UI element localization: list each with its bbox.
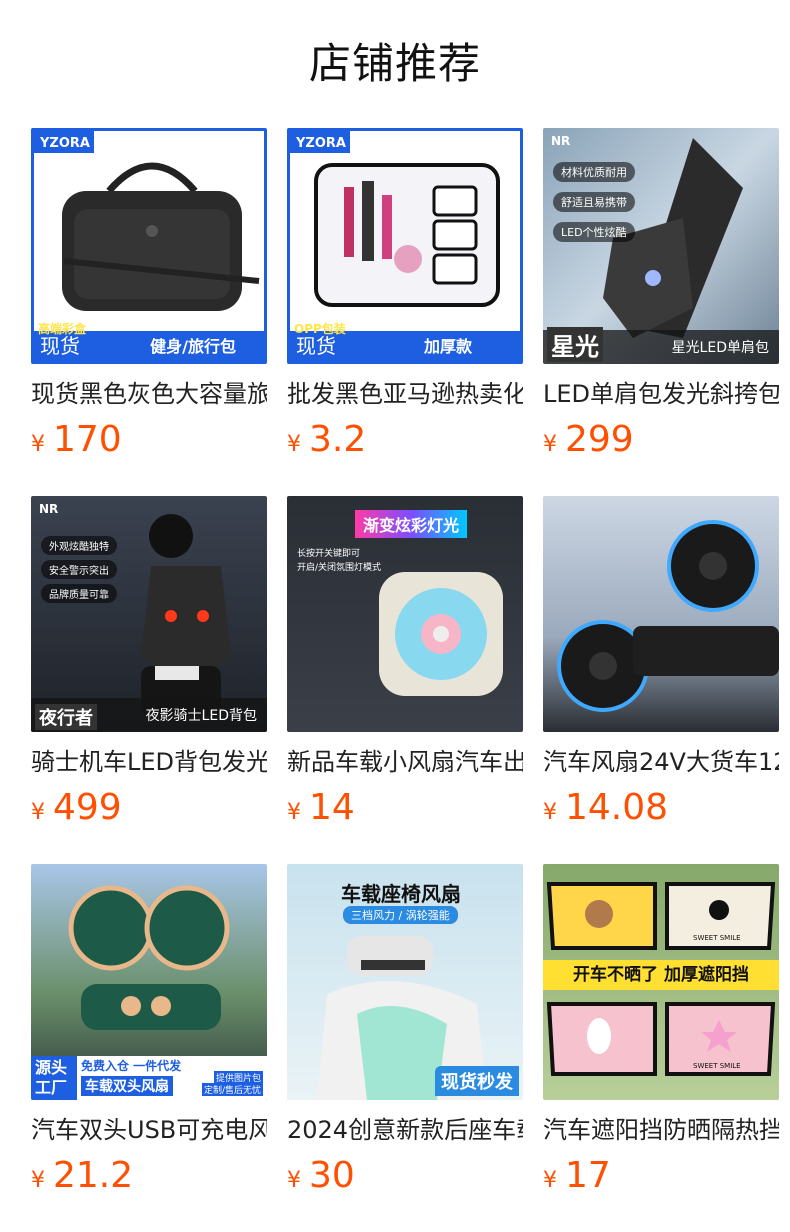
feature-pill: 安全警示突出 bbox=[41, 560, 117, 579]
product-price: ¥30 bbox=[287, 1154, 523, 1204]
badge-tag: 定制/售后无忧 bbox=[201, 1083, 263, 1096]
seat-fan-icon bbox=[317, 936, 487, 1100]
product-image[interactable]: 源头 工厂 免费入仓 一件代发 车载双头风扇 提供图片包 定制/售后无忧 bbox=[31, 864, 267, 1100]
price-value: 17 bbox=[565, 1155, 611, 1196]
fan-icon bbox=[379, 572, 503, 696]
currency-symbol: ¥ bbox=[543, 1168, 557, 1193]
badge-big-label: 夜行者 bbox=[35, 704, 97, 730]
corner-badge: 现货秒发 bbox=[435, 1066, 519, 1096]
product-price: ¥170 bbox=[31, 418, 267, 468]
currency-symbol: ¥ bbox=[31, 800, 45, 825]
product-card[interactable]: 车载座椅风扇 三档风力 / 涡轮强能 现货秒发 2024创意新款后座车载风扇 ¥… bbox=[287, 864, 523, 1204]
product-title[interactable]: LED单肩包发光斜挎包 bbox=[543, 378, 779, 410]
product-image[interactable] bbox=[543, 496, 779, 732]
feature-pill: 外观炫酷独特 bbox=[41, 536, 117, 555]
feature-pill: 材料优质耐用 bbox=[553, 162, 635, 182]
badge-tag: 车载双头风扇 bbox=[81, 1076, 173, 1096]
product-card[interactable]: YZORA 高端彩盒 现货 健身/旅行包 现货黑色灰色大容量旅行包 ¥170 bbox=[31, 128, 267, 468]
price-value: 170 bbox=[53, 419, 122, 460]
price-value: 14 bbox=[309, 787, 355, 828]
product-card[interactable]: 源头 工厂 免费入仓 一件代发 车载双头风扇 提供图片包 定制/售后无忧 汽车双… bbox=[31, 864, 267, 1204]
product-price: ¥3.2 bbox=[287, 418, 523, 468]
product-image[interactable]: 渐变炫彩灯光 长按开关键即可 开启/关闭氛围灯模式 bbox=[287, 496, 523, 732]
product-card[interactable]: 汽车风扇24V大货车12V ¥14.08 bbox=[543, 496, 779, 836]
currency-symbol: ¥ bbox=[31, 1168, 45, 1193]
product-card[interactable]: 渐变炫彩灯光 长按开关键即可 开启/关闭氛围灯模式 新品车载小风扇汽车出风口 ¥… bbox=[287, 496, 523, 836]
product-image[interactable]: NR 材料优质耐用 舒适且易携带 LED个性炫酷 星光 星光LED单肩包 bbox=[543, 128, 779, 364]
product-title[interactable]: 现货黑色灰色大容量旅行包 bbox=[31, 378, 267, 410]
dual-fan-icon bbox=[557, 520, 779, 712]
product-title[interactable]: 汽车风扇24V大货车12V bbox=[543, 746, 779, 778]
shade-label: SWEET SMILE bbox=[693, 1062, 741, 1070]
page-title: 店铺推荐 bbox=[308, 39, 481, 88]
price-value: 30 bbox=[309, 1155, 355, 1196]
badge-left-label: 现货 bbox=[40, 334, 80, 358]
product-card[interactable]: SWEET SMILE SWEET SMILE 开车不晒了 加厚遮阳挡 汽车遮阳… bbox=[543, 864, 779, 1204]
shade-label: SWEET SMILE bbox=[693, 934, 741, 942]
product-price: ¥21.2 bbox=[31, 1154, 267, 1204]
currency-symbol: ¥ bbox=[287, 1168, 301, 1193]
currency-symbol: ¥ bbox=[543, 432, 557, 457]
price-value: 14.08 bbox=[565, 787, 669, 828]
price-value: 3.2 bbox=[309, 419, 367, 460]
product-image[interactable]: SWEET SMILE SWEET SMILE 开车不晒了 加厚遮阳挡 bbox=[543, 864, 779, 1100]
feature-pill: LED个性炫酷 bbox=[553, 222, 635, 242]
promo-banner: 开车不晒了 加厚遮阳挡 bbox=[543, 960, 779, 990]
currency-symbol: ¥ bbox=[287, 432, 301, 457]
brand-logo: NR bbox=[551, 134, 571, 148]
badge-left-label: 现货 bbox=[296, 334, 336, 358]
price-value: 21.2 bbox=[53, 1155, 134, 1196]
product-price: ¥14 bbox=[287, 786, 523, 836]
product-title[interactable]: 2024创意新款后座车载风扇 bbox=[287, 1114, 523, 1146]
feature-pill: 舒适且易携带 bbox=[553, 192, 635, 212]
product-card[interactable]: NR 外观炫酷独特 安全警示突出 品牌质量可靠 夜行者 夜影骑士LED背包 骑士… bbox=[31, 496, 267, 836]
product-card[interactable]: NR 材料优质耐用 舒适且易携带 LED个性炫酷 星光 星光LED单肩包 LED… bbox=[543, 128, 779, 468]
currency-symbol: ¥ bbox=[543, 800, 557, 825]
rider-backpack-icon bbox=[141, 514, 231, 716]
product-image[interactable]: YZORA OPP包装 现货 加厚款 bbox=[287, 128, 523, 364]
badge-line: 工厂 bbox=[35, 1078, 68, 1097]
product-title[interactable]: 新品车载小风扇汽车出风口 bbox=[287, 746, 523, 778]
product-title[interactable]: 汽车遮阳挡防晒隔热挡 bbox=[543, 1114, 779, 1146]
feature-pill: 品牌质量可靠 bbox=[41, 584, 117, 603]
product-title[interactable]: 汽车双头USB可充电风扇 bbox=[31, 1114, 267, 1146]
badge-tag: 免费入仓 一件代发 bbox=[81, 1059, 182, 1073]
badge-right-label: 健身/旅行包 bbox=[150, 337, 236, 356]
badge-right-label: 星光LED单肩包 bbox=[671, 340, 769, 356]
badge-right-label: 加厚款 bbox=[423, 337, 472, 356]
badge-right-label: 夜影骑士LED背包 bbox=[145, 708, 257, 724]
product-title[interactable]: 骑士机车LED背包发光 bbox=[31, 746, 267, 778]
badge-big-label: 星光 bbox=[547, 327, 603, 362]
price-value: 499 bbox=[53, 787, 122, 828]
product-price: ¥14.08 bbox=[543, 786, 779, 836]
product-price: ¥299 bbox=[543, 418, 779, 468]
price-value: 299 bbox=[565, 419, 634, 460]
product-card[interactable]: YZORA OPP包装 现货 加厚款 批发黑色亚马逊热卖化妆包 ¥3.2 bbox=[287, 128, 523, 468]
product-price: ¥499 bbox=[31, 786, 267, 836]
product-image[interactable]: 车载座椅风扇 三档风力 / 涡轮强能 现货秒发 bbox=[287, 864, 523, 1100]
product-title[interactable]: 批发黑色亚马逊热卖化妆包 bbox=[287, 378, 523, 410]
currency-symbol: ¥ bbox=[31, 432, 45, 457]
brand-logo: NR bbox=[39, 502, 59, 516]
product-image[interactable]: NR 外观炫酷独特 安全警示突出 品牌质量可靠 夜行者 夜影骑士LED背包 bbox=[31, 496, 267, 732]
product-price: ¥17 bbox=[543, 1154, 779, 1204]
product-image[interactable]: YZORA 高端彩盒 现货 健身/旅行包 bbox=[31, 128, 267, 364]
currency-symbol: ¥ bbox=[287, 800, 301, 825]
